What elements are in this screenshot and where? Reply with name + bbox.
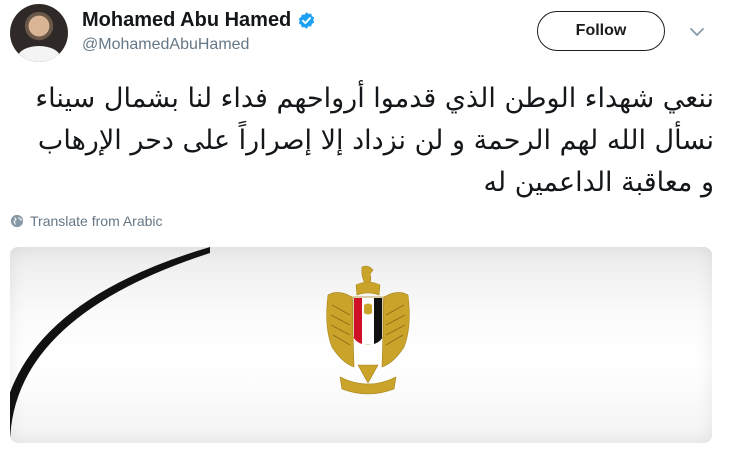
tweet-line-2: نسأل الله لهم الرحمة و لن نزداد إلا إصرا… xyxy=(37,125,714,156)
avatar-shirt xyxy=(18,46,60,62)
translate-link[interactable]: Translate from Arabic xyxy=(10,213,163,229)
tweet-line-3: و معاقبة الداعمين له xyxy=(483,167,714,198)
chevron-down-icon[interactable] xyxy=(689,24,705,40)
tweet-media-image[interactable] xyxy=(10,247,712,443)
display-name[interactable]: Mohamed Abu Hamed xyxy=(82,9,291,32)
tweet-line-1: ننعي شهداء الوطن الذي قدموا أرواحهم فداء… xyxy=(35,83,714,114)
translate-label[interactable]: Translate from Arabic xyxy=(30,213,163,229)
egypt-eagle-emblem-icon xyxy=(326,265,410,395)
tweet-text: ننعي شهداء الوطن الذي قدموا أرواحهم فداء… xyxy=(24,78,714,204)
follow-button[interactable]: Follow xyxy=(537,11,665,51)
verified-badge-icon xyxy=(299,12,315,29)
user-name-row[interactable]: Mohamed Abu Hamed xyxy=(82,9,316,32)
user-handle[interactable]: @MohamedAbuHamed xyxy=(82,36,249,54)
mourning-ribbon xyxy=(10,247,210,443)
globe-icon xyxy=(10,214,24,228)
avatar[interactable] xyxy=(10,4,68,62)
